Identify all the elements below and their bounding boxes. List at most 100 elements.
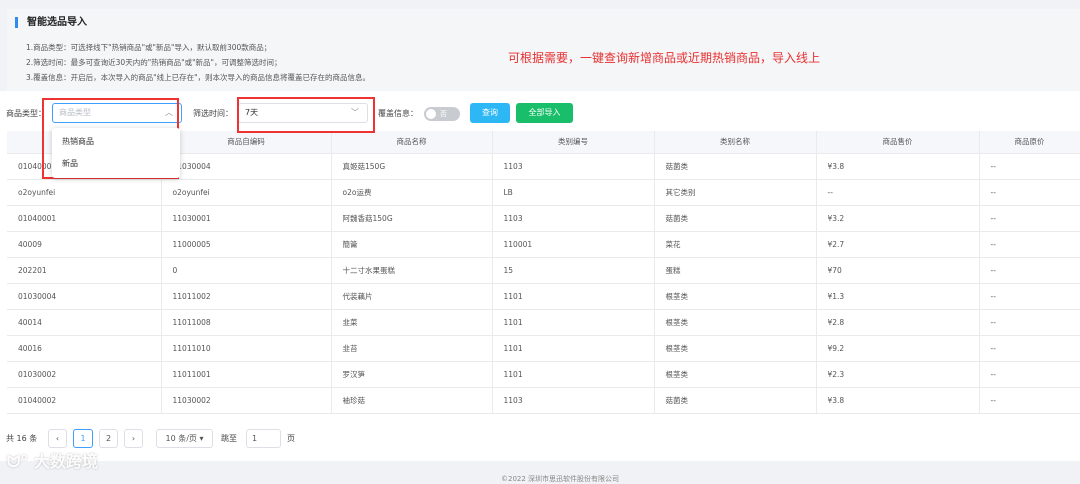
table-cell: ¥70 xyxy=(816,257,980,284)
table-cell: -- xyxy=(979,205,1080,232)
col-header-category-name: 类别名称 xyxy=(654,131,817,154)
query-button[interactable]: 查询 xyxy=(470,103,510,123)
panel-title: 智能选品导入 xyxy=(15,17,87,28)
product-type-label: 商品类型： xyxy=(6,109,46,118)
table-cell: 0 xyxy=(161,257,332,284)
instruction-overwrite: 3.覆盖信息：开启后，本次导入的商品"线上已存在"，则本次导入的商品信息将覆盖已… xyxy=(26,73,371,82)
dropdown-option-new[interactable]: 新品 xyxy=(52,153,180,175)
table-cell: -- xyxy=(979,387,1080,414)
table-cell: 202201 xyxy=(7,257,162,284)
table-cell: 1101 xyxy=(492,335,655,362)
prev-page-button[interactable]: ‹ xyxy=(48,429,67,448)
table-cell: 代装藕片 xyxy=(331,283,493,310)
table-cell: -- xyxy=(979,179,1080,206)
table-cell: 阿魏香菇150G xyxy=(331,205,493,232)
instruction-product-type: 1.商品类型：可选择线下"热销商品"或"新品"导入，默认取前300款商品； xyxy=(26,43,272,52)
page-1-button[interactable]: 1 xyxy=(73,429,93,448)
table-cell: 真姬菇150G xyxy=(331,153,493,180)
pagination: 共 16 条 ‹ 1 2 › 10 条/页 ▾ 跳至 1 页 xyxy=(0,428,1080,448)
table-cell: 1103 xyxy=(492,153,655,180)
chevron-down-icon: ▾ xyxy=(199,434,204,443)
table-row: o2oyunfei o2oyunfei o2o运费 LB 其它类别 -- -- xyxy=(7,179,1080,206)
table-cell: 菇菌类 xyxy=(654,387,817,414)
table-row: 01040001 11030001 阿魏香菇150G 1103 菇菌类 ¥3.2 -- xyxy=(7,205,1080,232)
table-cell: -- xyxy=(979,153,1080,180)
table-row: 01030004 11011002 代装藕片 1101 根茎类 ¥1.3 -- xyxy=(7,283,1080,310)
import-all-button[interactable]: 全部导入 xyxy=(516,103,573,123)
jump-label: 跳至 xyxy=(221,434,237,443)
table-cell: ¥2.7 xyxy=(816,231,980,258)
table-cell: 菜花 xyxy=(654,231,817,258)
table-cell: 11030001 xyxy=(161,205,332,232)
watermark-icon: ᗢ° xyxy=(7,452,29,471)
dropdown-option-hot[interactable]: 热销商品 xyxy=(52,131,180,153)
table-cell: 40016 xyxy=(7,335,162,362)
col-header-category-code: 类别编号 xyxy=(492,131,655,154)
page-2-button[interactable]: 2 xyxy=(99,429,118,448)
table-cell: 1101 xyxy=(492,361,655,388)
red-annotation: 可根据需要，一键查询新增商品或近期热销商品，导入线上 xyxy=(508,51,821,65)
col-header-original-price: 商品原价 xyxy=(979,131,1080,154)
table-cell: 1101 xyxy=(492,309,655,336)
table-cell: -- xyxy=(979,361,1080,388)
copyright-text: ©2022 深圳市思迅软件股份有限公司 xyxy=(501,475,620,483)
filter-time-label: 筛选时间： xyxy=(193,109,233,118)
table-cell: 袖珍菇 xyxy=(331,387,493,414)
table-cell: 11030002 xyxy=(161,387,332,414)
table-row: 40016 11011010 韭苔 1101 根茎类 ¥9.2 -- xyxy=(7,335,1080,362)
table-cell: 菇菌类 xyxy=(654,205,817,232)
table-cell: -- xyxy=(979,283,1080,310)
table-cell: 蛋糕 xyxy=(654,257,817,284)
watermark-logo: ᗢ° 大数跨境 xyxy=(7,448,98,472)
table-cell: 11000005 xyxy=(161,231,332,258)
table-row: 202201 0 十二寸水果蛋糕 15 蛋糕 ¥70 -- xyxy=(7,257,1080,284)
table-row: 40009 11000005 簡籥 110001 菜花 ¥2.7 -- xyxy=(7,231,1080,258)
page-size-select[interactable]: 10 条/页 ▾ xyxy=(156,429,213,448)
table-cell: -- xyxy=(979,231,1080,258)
table-cell: 01040001 xyxy=(7,205,162,232)
table-cell: o2o运费 xyxy=(331,179,493,206)
table-cell: ¥3.2 xyxy=(816,205,980,232)
highlight-box-filter-time xyxy=(237,97,375,133)
table-cell: ¥1.3 xyxy=(816,283,980,310)
table-cell: 40014 xyxy=(7,309,162,336)
next-page-button[interactable]: › xyxy=(124,429,143,448)
table-cell: 根茎类 xyxy=(654,309,817,336)
table-row: 01030002 11011001 罗汉笋 1101 根茎类 ¥2.3 -- xyxy=(7,361,1080,388)
total-count: 共 16 条 xyxy=(6,434,38,443)
table-cell: -- xyxy=(816,179,980,206)
product-type-dropdown: 热销商品 新品 xyxy=(52,128,180,178)
instruction-filter-time: 2.筛选时间：最多可查询近30天内的"热销商品"或"新品"，可调整筛选时间； xyxy=(26,58,282,67)
col-header-price: 商品售价 xyxy=(816,131,980,154)
table-cell: 根茎类 xyxy=(654,361,817,388)
table-cell: 11030004 xyxy=(161,153,332,180)
table-cell: 01030004 xyxy=(7,283,162,310)
table-cell: 根茎类 xyxy=(654,283,817,310)
table-cell: 其它类别 xyxy=(654,179,817,206)
table-cell: ¥3.8 xyxy=(816,387,980,414)
overwrite-toggle[interactable]: 否 xyxy=(424,107,460,121)
table-cell: 15 xyxy=(492,257,655,284)
table-cell: 11011010 xyxy=(161,335,332,362)
page-suffix: 页 xyxy=(287,434,295,443)
table-cell: 韭苔 xyxy=(331,335,493,362)
instructions-panel: 智能选品导入 1.商品类型：可选择线下"热销商品"或"新品"导入，默认取前300… xyxy=(7,9,1080,91)
table-cell: ¥3.8 xyxy=(816,153,980,180)
table-cell: o2oyunfei xyxy=(7,179,162,206)
table-cell: 1103 xyxy=(492,205,655,232)
table-cell: 01030002 xyxy=(7,361,162,388)
table-cell: 11011002 xyxy=(161,283,332,310)
overwrite-label: 覆盖信息： xyxy=(378,109,418,118)
table-cell: ¥2.3 xyxy=(816,361,980,388)
table-cell: ¥2.8 xyxy=(816,309,980,336)
toggle-text: 否 xyxy=(440,110,447,118)
table-cell: LB xyxy=(492,179,655,206)
jump-page-input[interactable]: 1 xyxy=(246,429,281,448)
table-cell: 1101 xyxy=(492,283,655,310)
table-cell: 01040002 xyxy=(7,387,162,414)
table-cell: -- xyxy=(979,309,1080,336)
table-cell: 40009 xyxy=(7,231,162,258)
table-cell: 十二寸水果蛋糕 xyxy=(331,257,493,284)
watermark-text: 大数跨境 xyxy=(33,452,98,471)
table-row: 01040002 11030002 袖珍菇 1103 菇菌类 ¥3.8 -- xyxy=(7,387,1080,414)
